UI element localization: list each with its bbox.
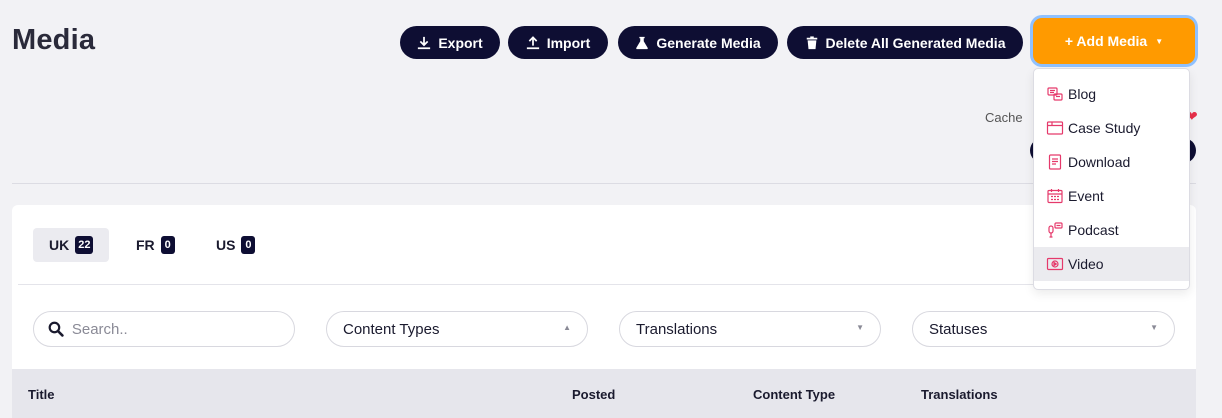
- content-types-select[interactable]: Content Types ▲: [326, 311, 588, 347]
- media-list-card: UK 22 FR 0 US 0 Content Types ▲ Translat…: [12, 205, 1196, 418]
- menu-item-label: Blog: [1068, 86, 1097, 102]
- flask-icon: [636, 36, 649, 49]
- download-icon: [418, 36, 431, 49]
- upload-icon: [526, 35, 539, 49]
- search-icon: [48, 321, 64, 337]
- caret-up-icon: ▲: [563, 323, 571, 332]
- delete-generated-button[interactable]: Delete All Generated Media: [787, 26, 1023, 59]
- tab-locale-uk[interactable]: UK 22: [33, 228, 110, 262]
- translations-value: Translations: [636, 320, 718, 338]
- column-header-posted[interactable]: Posted: [572, 387, 615, 402]
- column-header-title[interactable]: Title: [28, 387, 55, 402]
- count-badge: 0: [241, 236, 256, 254]
- cache-label: Cache: [985, 110, 1023, 125]
- case-study-icon: [1046, 121, 1064, 135]
- statuses-select[interactable]: Statuses ▼: [912, 311, 1175, 347]
- add-media-button[interactable]: + Add Media ▼: [1033, 18, 1195, 64]
- download-doc-icon: [1048, 154, 1062, 170]
- menu-item-label: Video: [1068, 256, 1104, 272]
- import-label: Import: [546, 34, 591, 51]
- tabs-divider: [18, 284, 1190, 285]
- calendar-icon: [1047, 189, 1063, 204]
- caret-down-icon: ▼: [856, 323, 864, 332]
- column-header-translations[interactable]: Translations: [921, 387, 998, 402]
- media-page: Media Export Import Generate Media Delet…: [0, 0, 1222, 418]
- header-divider: [12, 183, 1196, 184]
- menu-item-video[interactable]: Video: [1034, 247, 1189, 281]
- menu-item-label: Event: [1068, 188, 1104, 204]
- tab-locale-us[interactable]: US 0: [200, 228, 271, 262]
- search-box[interactable]: [33, 311, 295, 347]
- page-title: Media: [12, 24, 96, 56]
- menu-item-case-study[interactable]: Case Study: [1034, 111, 1189, 145]
- export-label: Export: [438, 34, 483, 51]
- column-header-content-type[interactable]: Content Type: [753, 387, 835, 402]
- menu-item-event[interactable]: Event: [1034, 179, 1189, 213]
- translations-select[interactable]: Translations ▼: [619, 311, 881, 347]
- menu-item-blog[interactable]: Blog: [1034, 77, 1189, 111]
- add-media-label: + Add Media: [1064, 33, 1148, 49]
- menu-item-download[interactable]: Download: [1034, 145, 1189, 179]
- caret-down-icon: ▼: [1150, 323, 1158, 332]
- content-types-value: Content Types: [343, 320, 440, 338]
- table-header: Title Posted Content Type Translations: [12, 369, 1196, 418]
- video-icon: [1046, 257, 1064, 271]
- search-input[interactable]: [71, 320, 280, 338]
- import-button[interactable]: Import: [508, 26, 608, 59]
- locale-label: FR: [136, 237, 155, 253]
- menu-item-label: Case Study: [1068, 120, 1141, 136]
- caret-down-icon: ▼: [1155, 36, 1164, 46]
- delete-generated-label: Delete All Generated Media: [825, 34, 1006, 51]
- statuses-value: Statuses: [929, 320, 988, 338]
- count-badge: 22: [75, 236, 94, 254]
- generate-media-label: Generate Media: [656, 34, 761, 51]
- menu-item-podcast[interactable]: Podcast: [1034, 213, 1189, 247]
- tab-locale-fr[interactable]: FR 0: [120, 228, 191, 262]
- locale-label: US: [216, 237, 236, 253]
- trash-icon: [806, 35, 817, 49]
- menu-item-label: Download: [1068, 154, 1131, 170]
- generate-media-button[interactable]: Generate Media: [618, 26, 778, 59]
- count-badge: 0: [160, 236, 175, 254]
- locale-label: UK: [49, 237, 70, 253]
- blog-icon: [1047, 87, 1063, 101]
- menu-item-label: Podcast: [1068, 222, 1119, 238]
- export-button[interactable]: Export: [400, 26, 500, 59]
- podcast-icon: [1048, 222, 1063, 238]
- add-media-dropdown: Blog Case Study Download Event Podcast V…: [1033, 68, 1190, 290]
